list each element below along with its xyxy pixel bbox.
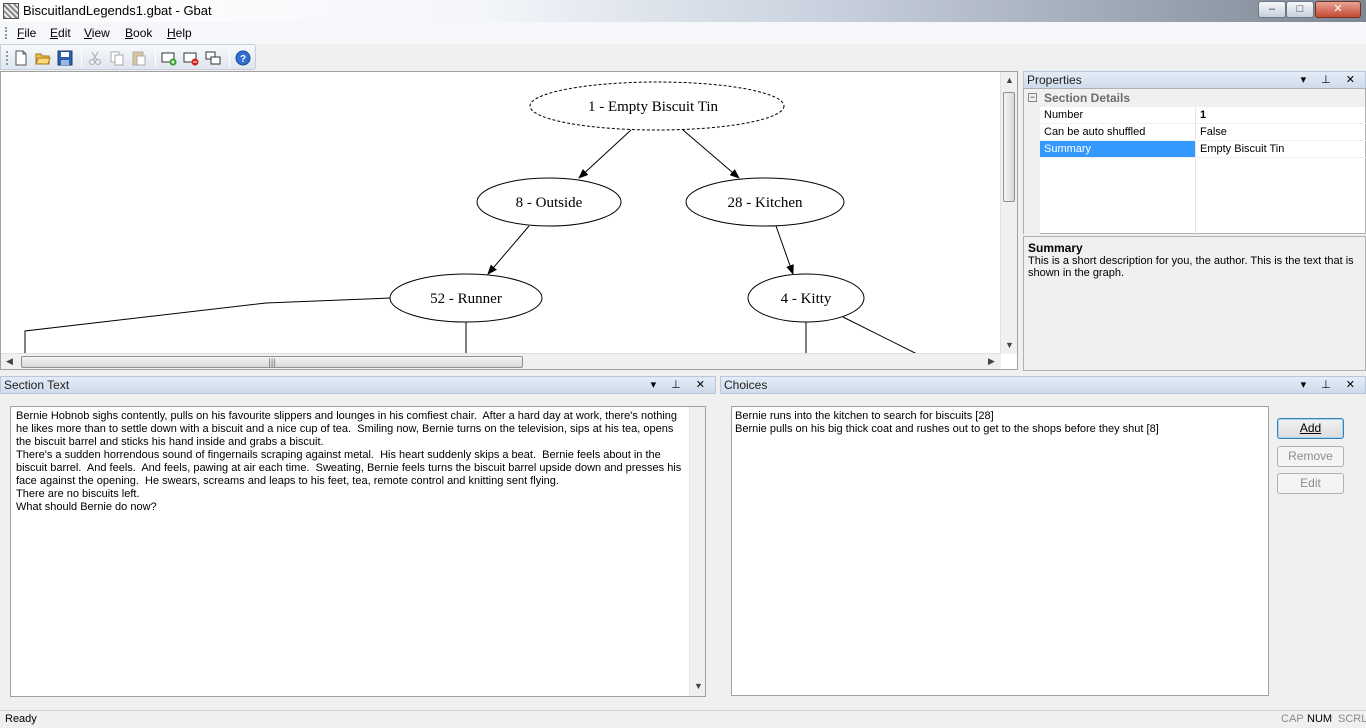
- choices-panel: Bernie runs into the kitchen to search f…: [720, 395, 1366, 708]
- graph-node-label: 4 - Kitty: [781, 291, 832, 307]
- section-text-panel: Bernie Hobnob sighs contently, pulls on …: [0, 395, 716, 708]
- section-text-editor[interactable]: Bernie Hobnob sighs contently, pulls on …: [10, 406, 706, 697]
- collapse-icon[interactable]: −: [1028, 93, 1037, 102]
- graph-horizontal-scrollbar[interactable]: ◀ ||| ▶: [1, 353, 1001, 369]
- scroll-right-icon[interactable]: ▶: [988, 356, 995, 367]
- toolbar-grip: [6, 51, 8, 65]
- panel-buttons-icon[interactable]: ▾ ⊥ ✕: [1301, 377, 1361, 393]
- property-category[interactable]: − Section Details: [1024, 89, 1365, 107]
- paste-icon[interactable]: [131, 50, 147, 66]
- caps-lock-indicator: CAP: [1281, 713, 1304, 725]
- section-text-header: Section Text ▾ ⊥ ✕: [0, 376, 716, 394]
- app-icon: [3, 3, 19, 19]
- remove-button[interactable]: Remove: [1277, 446, 1344, 467]
- help-icon[interactable]: ?: [235, 50, 251, 66]
- graph-node-1[interactable]: 1 - Empty Biscuit Tin: [529, 81, 785, 131]
- section-text-line: There's a sudden horrendous sound of fin…: [16, 449, 685, 487]
- save-icon[interactable]: [57, 50, 73, 66]
- graph-node-28[interactable]: 28 - Kitchen: [685, 177, 845, 227]
- close-button[interactable]: ✕: [1315, 1, 1361, 18]
- menu-bar: File Edit View Book Help: [0, 22, 1366, 44]
- horizontal-scroll-thumb[interactable]: |||: [21, 356, 523, 368]
- add-section-icon[interactable]: [161, 50, 177, 66]
- menu-book[interactable]: Book: [125, 26, 152, 40]
- graph-node-label: 52 - Runner: [430, 291, 502, 307]
- toolbar: ?: [0, 44, 256, 70]
- panel-buttons-icon[interactable]: ▾ ⊥ ✕: [1301, 72, 1361, 88]
- graph-view[interactable]: 1 - Empty Biscuit Tin 8 - Outside 28 - K…: [0, 71, 1018, 370]
- graph-node-label: 28 - Kitchen: [728, 195, 803, 211]
- graph-node-52[interactable]: 52 - Runner: [389, 273, 543, 323]
- minimize-button[interactable]: –: [1258, 1, 1286, 18]
- num-lock-indicator: NUM: [1307, 713, 1333, 725]
- add-button[interactable]: Add: [1277, 418, 1344, 439]
- choices-header: Choices ▾ ⊥ ✕: [720, 376, 1366, 394]
- section-text-scrollbar[interactable]: ▼: [689, 407, 705, 696]
- menu-file[interactable]: File: [17, 26, 36, 40]
- panel-buttons-icon[interactable]: ▾ ⊥ ✕: [651, 377, 711, 393]
- edge-52-offscreen-left: [24, 297, 392, 354]
- property-grid[interactable]: − Section Details Number 1 Can be auto s…: [1023, 88, 1366, 235]
- edge-4-offscreen-right: [842, 316, 918, 354]
- status-bar: Ready CAP NUM SCRL: [0, 710, 1366, 728]
- property-gutter: [1024, 107, 1040, 235]
- scroll-down-icon[interactable]: ▼: [694, 680, 703, 693]
- delete-section-icon[interactable]: [183, 50, 199, 66]
- graph-vertical-scrollbar[interactable]: ▲ ▼: [1000, 72, 1017, 354]
- section-graph: 1 - Empty Biscuit Tin 8 - Outside 28 - K…: [24, 81, 918, 354]
- menu-help[interactable]: Help: [167, 26, 192, 40]
- scroll-down-icon[interactable]: ▼: [1005, 340, 1014, 350]
- list-item[interactable]: Bernie runs into the kitchen to search f…: [735, 410, 1265, 423]
- description-title: Summary: [1028, 241, 1083, 255]
- graph-node-4[interactable]: 4 - Kitty: [747, 273, 865, 323]
- menu-view[interactable]: View: [84, 26, 110, 40]
- description-text: This is a short description for you, the…: [1028, 255, 1354, 279]
- menu-grip: [5, 27, 7, 39]
- status-text: Ready: [5, 713, 37, 725]
- edge-1-28: [682, 129, 740, 179]
- properties-header: Properties ▾ ⊥ ✕: [1023, 71, 1366, 89]
- menu-edit[interactable]: Edit: [50, 26, 71, 40]
- edge-8-52: [487, 225, 530, 275]
- section-text-line: Bernie Hobnob sighs contently, pulls on …: [16, 410, 681, 448]
- toolbar-separator: [81, 49, 82, 67]
- title-bar: BiscuitlandLegends1.gbat - Gbat – □ ✕: [0, 0, 1366, 22]
- svg-text:?: ?: [240, 54, 246, 65]
- scroll-lock-indicator: SCRL: [1338, 713, 1366, 725]
- cut-icon[interactable]: [87, 50, 103, 66]
- property-row-summary[interactable]: Summary Empty Biscuit Tin: [1040, 141, 1366, 158]
- new-file-icon[interactable]: [13, 50, 29, 66]
- open-folder-icon[interactable]: [35, 50, 51, 66]
- edge-1-8: [578, 129, 632, 179]
- property-description: Summary This is a short description for …: [1023, 236, 1366, 371]
- property-row-number[interactable]: Number 1: [1040, 107, 1366, 124]
- toolbar-separator: [229, 49, 230, 67]
- section-text-line: There are no biscuits left.: [16, 488, 140, 500]
- edit-button[interactable]: Edit: [1277, 473, 1344, 494]
- window-title: BiscuitlandLegends1.gbat - Gbat: [23, 3, 212, 18]
- scroll-left-icon[interactable]: ◀: [6, 356, 13, 367]
- link-sections-icon[interactable]: [205, 50, 221, 66]
- copy-icon[interactable]: [109, 50, 125, 66]
- graph-node-label: 8 - Outside: [516, 195, 583, 211]
- choices-list[interactable]: Bernie runs into the kitchen to search f…: [731, 406, 1269, 696]
- toolbar-separator: [155, 49, 156, 67]
- section-text-line: What should Bernie do now?: [16, 501, 157, 513]
- edge-28-4: [775, 225, 794, 275]
- vertical-scroll-thumb[interactable]: [1003, 92, 1015, 202]
- list-item[interactable]: Bernie pulls on his big thick coat and r…: [735, 423, 1265, 436]
- graph-node-label: 1 - Empty Biscuit Tin: [588, 99, 719, 115]
- scroll-up-icon[interactable]: ▲: [1005, 75, 1014, 85]
- graph-node-8[interactable]: 8 - Outside: [476, 177, 622, 227]
- maximize-button[interactable]: □: [1286, 1, 1314, 18]
- property-row-auto-shuffled[interactable]: Can be auto shuffled False: [1040, 124, 1366, 141]
